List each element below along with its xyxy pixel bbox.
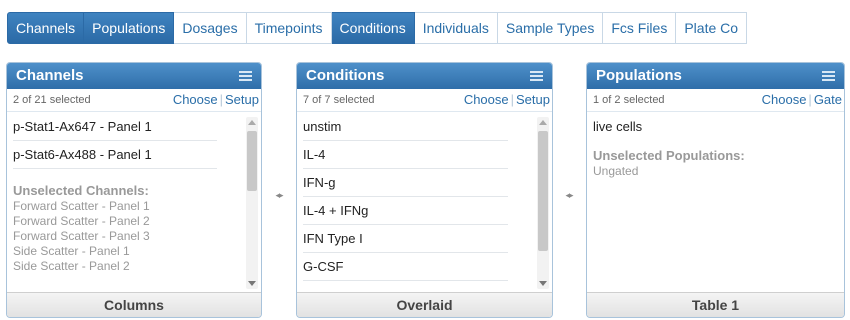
channels-list: p-Stat1-Ax647 - Panel 1 p-Stat6-Ax488 - … [7,113,261,293]
populations-selection-bar: 1 of 2 selected Choose | Gate [587,89,844,112]
conditions-panel-title: Conditions [306,67,385,84]
list-item[interactable]: p-Stat1-Ax647 - Panel 1 [13,113,217,141]
tab-fcs-files[interactable]: Fcs Files [603,12,677,44]
conditions-footer[interactable]: Overlaid [297,292,552,317]
conditions-panel-header: Conditions [297,63,552,89]
tab-timepoints[interactable]: Timepoints [246,12,332,44]
channels-scrollbar[interactable] [246,117,258,289]
list-item[interactable]: unstim [303,113,508,141]
list-item[interactable]: IFN Type I [303,225,508,253]
conditions-list: unstim IL-4 IFN-g IL-4 + IFNg IFN Type I… [297,113,552,293]
populations-footer[interactable]: Table 1 [587,292,844,317]
list-item[interactable]: IL-4 + IFNg [303,197,508,225]
scroll-down-arrow-icon[interactable] [539,281,547,286]
hamburger-menu-icon[interactable] [239,71,252,81]
conditions-selection-count: 7 of 7 selected [303,94,375,106]
list-item[interactable]: Forward Scatter - Panel 1 [13,199,261,214]
channels-setup-link[interactable]: Setup [225,92,259,107]
list-item[interactable]: Forward Scatter - Panel 2 [13,214,261,229]
scroll-thumb[interactable] [247,131,257,191]
list-item[interactable]: Side Scatter - Panel 2 [13,259,261,274]
scroll-up-arrow-icon[interactable] [248,120,256,125]
unselected-channels-heading: Unselected Channels: [13,183,149,198]
view-tab-bar: Channels Populations Dosages Timepoints … [7,12,748,44]
channels-selection-bar: 2 of 21 selected Choose | Setup [7,89,261,112]
populations-panel-title: Populations [596,67,682,84]
list-item[interactable]: p-Stat6-Ax488 - Panel 1 [13,141,217,169]
scroll-down-arrow-icon[interactable] [248,281,256,286]
conditions-choose-link[interactable]: Choose [464,92,509,107]
channels-panel: Channels 2 of 21 selected Choose | Setup p… [6,62,262,318]
tab-channels[interactable]: Channels [7,12,85,44]
hamburger-menu-icon[interactable] [822,71,835,81]
list-item[interactable]: Side Scatter - Panel 1 [13,244,261,259]
list-item[interactable]: live cells [593,113,800,140]
tab-dosages[interactable]: Dosages [174,12,247,44]
channels-choose-link[interactable]: Choose [173,92,218,107]
tab-populations[interactable]: Populations [84,12,175,44]
populations-list: live cells Unselected Populations: Ungat… [587,113,844,293]
list-item[interactable]: IL-4 [303,141,508,169]
list-item[interactable]: G-CSF [303,253,508,281]
scroll-up-arrow-icon[interactable] [539,120,547,125]
list-item[interactable]: Forward Scatter - Panel 3 [13,229,261,244]
channels-panel-header: Channels [7,63,261,89]
splitter-handle-icon[interactable]: ◂▸ [272,188,286,202]
conditions-setup-link[interactable]: Setup [516,92,550,107]
tab-individuals[interactable]: Individuals [414,12,498,44]
channels-panel-title: Channels [16,67,84,84]
splitter-handle-icon[interactable]: ◂▸ [562,188,576,202]
list-item[interactable]: IFN-g [303,169,508,197]
populations-gate-link[interactable]: Gate [814,92,842,107]
populations-panel-header: Populations [587,63,844,89]
populations-panel: Populations 1 of 2 selected Choose | Gate … [586,62,845,318]
unselected-populations-heading: Unselected Populations: [593,148,745,163]
tab-sample-types[interactable]: Sample Types [497,12,604,44]
tab-conditions[interactable]: Conditions [331,12,415,44]
conditions-panel: Conditions 7 of 7 selected Choose | Setup … [296,62,553,318]
hamburger-menu-icon[interactable] [530,71,543,81]
channels-selection-count: 2 of 21 selected [13,94,91,106]
populations-selection-count: 1 of 2 selected [593,94,665,106]
channels-footer[interactable]: Columns [7,292,261,317]
scroll-thumb[interactable] [538,131,548,251]
conditions-selection-bar: 7 of 7 selected Choose | Setup [297,89,552,112]
tab-plate-co[interactable]: Plate Co [676,12,748,44]
list-item[interactable]: Ungated [593,164,844,179]
conditions-scrollbar[interactable] [537,117,549,289]
populations-choose-link[interactable]: Choose [762,92,807,107]
